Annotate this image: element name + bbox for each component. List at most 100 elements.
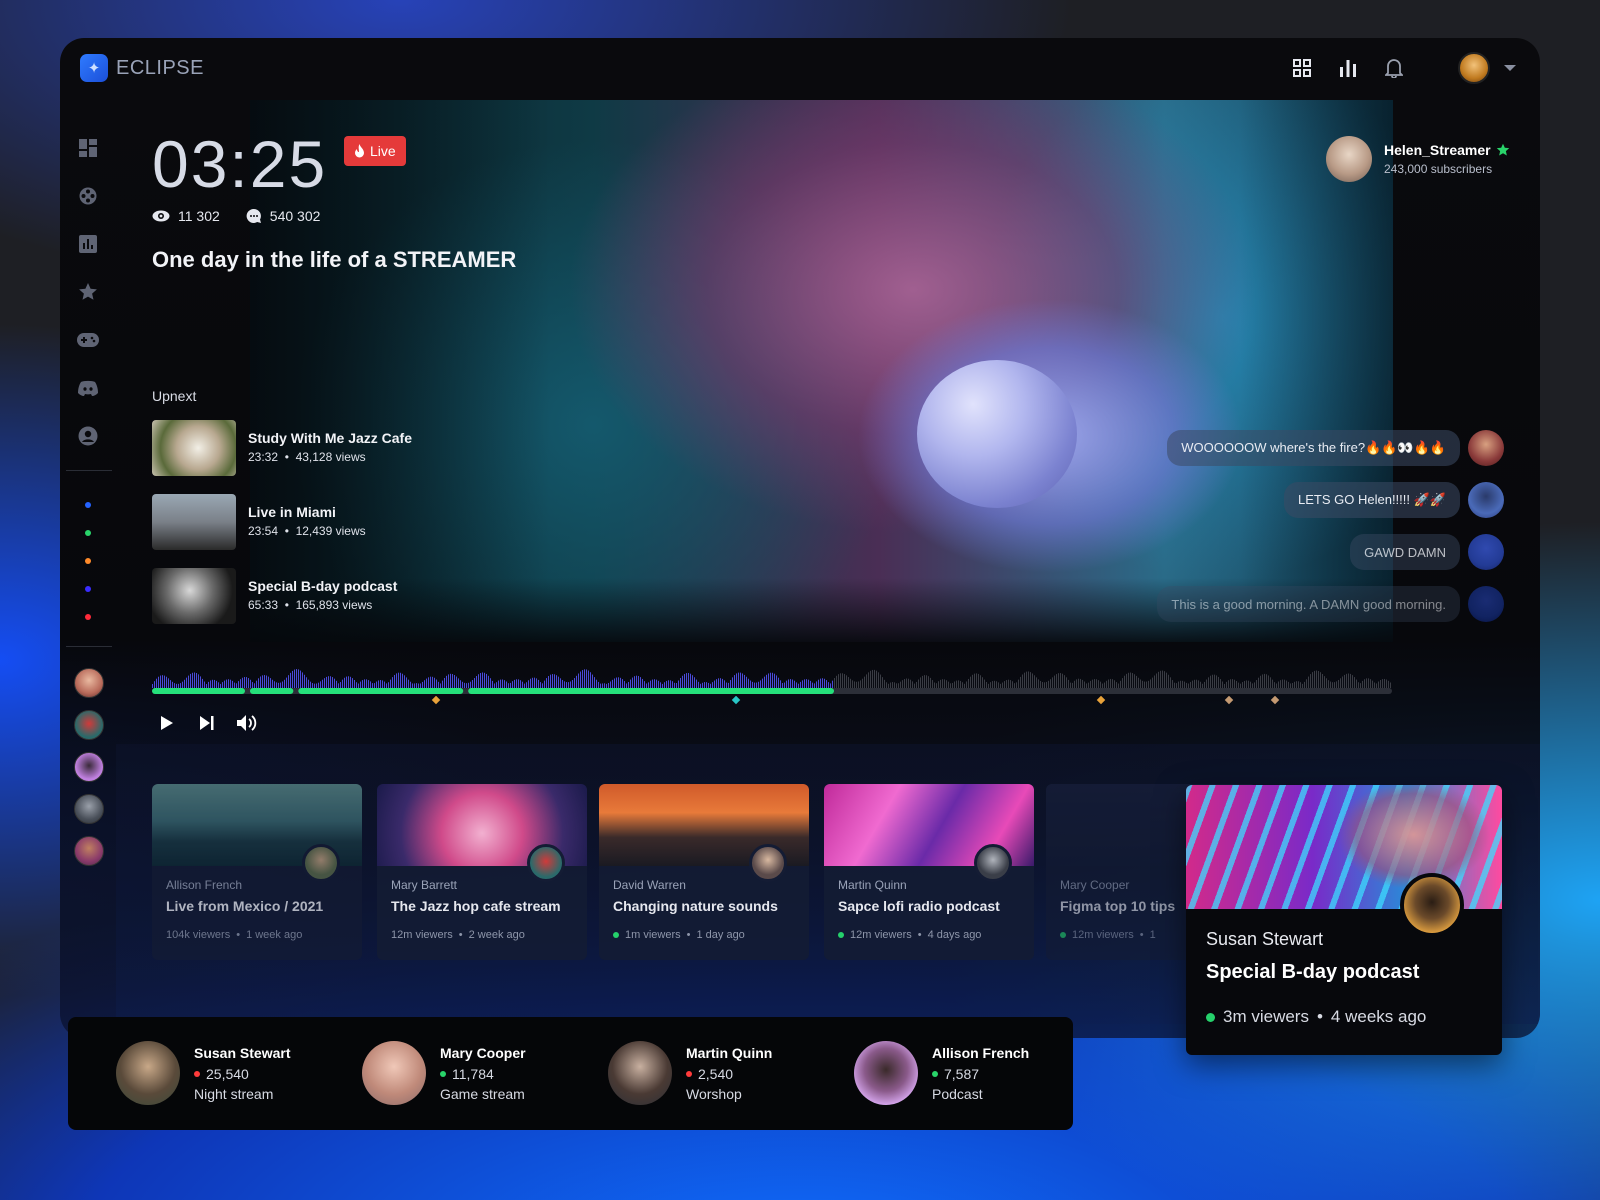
featured-meta: 3m viewers • 4 weeks ago bbox=[1206, 1007, 1426, 1027]
chat-text: GAWD DAMN bbox=[1350, 534, 1460, 570]
stream-type: Night stream bbox=[194, 1085, 274, 1102]
stream-stats: 11 302 540 302 bbox=[152, 208, 320, 224]
featured-title: Special B-day podcast bbox=[1206, 961, 1420, 983]
chat-avatar[interactable] bbox=[1468, 586, 1504, 622]
upnext-title: Live in Miami bbox=[248, 504, 336, 520]
streamer-info[interactable]: Helen_Streamer 243,000 subscribers bbox=[1326, 136, 1510, 182]
streamer-avatar[interactable] bbox=[608, 1041, 672, 1105]
bar-chart-icon[interactable] bbox=[76, 232, 100, 256]
stream-type: Worshop bbox=[686, 1085, 742, 1102]
streamer-name[interactable]: Helen_Streamer bbox=[1384, 142, 1491, 158]
status-dot[interactable] bbox=[85, 530, 91, 536]
upnext-item[interactable]: Live in Miami 23:54 • 12,439 views bbox=[152, 494, 412, 550]
comments-stat: 540 302 bbox=[246, 208, 320, 224]
progress-fill bbox=[249, 688, 294, 694]
card-author: Mary Barrett bbox=[391, 878, 458, 892]
featured-avatar[interactable] bbox=[1400, 873, 1464, 937]
timeline-markers bbox=[431, 696, 1280, 705]
app-name: ECLIPSE bbox=[116, 56, 204, 79]
volume-icon[interactable] bbox=[236, 712, 258, 734]
stream-card[interactable]: Mary Barrett The Jazz hop cafe stream 12… bbox=[377, 784, 587, 960]
grid-icon[interactable] bbox=[1290, 56, 1314, 80]
card-viewers: 12m viewers bbox=[391, 929, 453, 941]
streamer-name: Susan Stewart bbox=[194, 1044, 291, 1061]
upnext-title: Special B-day podcast bbox=[248, 578, 398, 594]
streamer-item[interactable]: Susan Stewart 25,540 Night stream bbox=[116, 1041, 290, 1105]
stream-clock: 03:25 bbox=[152, 127, 328, 201]
status-dot[interactable] bbox=[85, 614, 91, 620]
eye-icon bbox=[152, 210, 170, 222]
streamer-count: 25,540 bbox=[206, 1065, 249, 1082]
streamer-avatar[interactable] bbox=[116, 1041, 180, 1105]
dashboard-icon[interactable] bbox=[76, 136, 100, 160]
streamer-item[interactable]: Mary Cooper 11,784 Game stream bbox=[362, 1041, 526, 1105]
upnext-item[interactable]: Special B-day podcast 65:33 • 165,893 vi… bbox=[152, 568, 412, 624]
stream-card[interactable]: Martin Quinn Sapce lofi radio podcast 12… bbox=[824, 784, 1034, 960]
chat-avatar[interactable] bbox=[1468, 430, 1504, 466]
upnext-views: 12,439 views bbox=[295, 524, 366, 538]
sidebar-avatar[interactable] bbox=[74, 752, 104, 782]
bell-icon[interactable] bbox=[1382, 56, 1406, 80]
card-avatar[interactable] bbox=[527, 844, 565, 882]
streamer-name: Allison French bbox=[932, 1044, 1030, 1061]
streamer-avatar[interactable] bbox=[362, 1041, 426, 1105]
status-dot[interactable] bbox=[85, 586, 91, 592]
stream-title: One day in the life of a STREAMER bbox=[152, 247, 517, 272]
card-time: 1 day ago bbox=[696, 929, 745, 941]
stream-card[interactable]: Allison French Live from Mexico / 2021 1… bbox=[152, 784, 362, 960]
featured-author: Susan Stewart bbox=[1206, 929, 1324, 949]
featured-viewers: 3m viewers bbox=[1223, 1007, 1309, 1026]
sidebar-avatar[interactable] bbox=[74, 836, 104, 866]
discord-icon[interactable] bbox=[76, 376, 100, 400]
top-toolbar bbox=[1290, 52, 1516, 84]
chat-text: LETS GO Helen!!!!! 🚀🚀 bbox=[1284, 482, 1460, 518]
live-dot bbox=[1060, 932, 1066, 938]
chat-avatar[interactable] bbox=[1468, 534, 1504, 570]
featured-stream-card[interactable]: Susan Stewart Special B-day podcast 3m v… bbox=[1186, 785, 1502, 1055]
card-avatar[interactable] bbox=[302, 844, 340, 882]
film-reel-icon[interactable] bbox=[76, 184, 100, 208]
play-icon[interactable] bbox=[156, 712, 178, 734]
live-badge: Live bbox=[344, 136, 406, 166]
upnext-duration: 65:33 bbox=[248, 598, 279, 612]
card-avatar[interactable] bbox=[749, 844, 787, 882]
card-meta: 104k viewers • 1 week ago bbox=[166, 929, 303, 941]
subscriber-count: 243,000 subscribers bbox=[1384, 162, 1493, 176]
sidebar-avatar[interactable] bbox=[74, 668, 104, 698]
gamepad-icon[interactable] bbox=[76, 328, 100, 352]
card-meta: 12m viewers • 4 days ago bbox=[838, 929, 981, 941]
status-dot bbox=[440, 1070, 446, 1077]
stream-card[interactable]: David Warren Changing nature sounds 1m v… bbox=[599, 784, 809, 960]
upnext-item[interactable]: Study With Me Jazz Cafe 23:32 • 43,128 v… bbox=[152, 420, 412, 476]
status-dot[interactable] bbox=[85, 558, 91, 564]
chart-icon[interactable] bbox=[1336, 56, 1360, 80]
upnext-heading: Upnext bbox=[152, 388, 197, 404]
status-dot[interactable] bbox=[85, 502, 91, 508]
chevron-down-icon[interactable] bbox=[1504, 65, 1516, 71]
streamer-avatar[interactable] bbox=[1326, 136, 1372, 182]
star-icon[interactable] bbox=[76, 280, 100, 304]
video-frame-detail bbox=[917, 360, 1077, 508]
user-avatar[interactable] bbox=[1458, 52, 1490, 84]
sidebar-avatar[interactable] bbox=[74, 794, 104, 824]
card-time: 4 days ago bbox=[927, 929, 982, 941]
streamer-avatar[interactable] bbox=[854, 1041, 918, 1105]
chat-message: LETS GO Helen!!!!! 🚀🚀 bbox=[1284, 482, 1504, 518]
card-viewers: 12m viewers bbox=[850, 929, 912, 941]
top-streamers-bar: Susan Stewart 25,540 Night stream Mary C… bbox=[68, 1017, 1073, 1130]
card-author: Mary Cooper bbox=[1060, 878, 1130, 892]
thumbnail bbox=[152, 494, 236, 550]
skip-next-icon[interactable] bbox=[196, 712, 218, 734]
card-title: Live from Mexico / 2021 bbox=[166, 898, 324, 914]
streamer-name: Martin Quinn bbox=[686, 1044, 773, 1061]
viewers-stat: 11 302 bbox=[152, 208, 220, 224]
progress-bar[interactable] bbox=[152, 688, 1392, 694]
streamer-item[interactable]: Martin Quinn 2,540 Worshop bbox=[608, 1041, 772, 1105]
logo[interactable]: ✦ ECLIPSE bbox=[80, 54, 204, 82]
streamer-item[interactable]: Allison French 7,587 Podcast bbox=[854, 1041, 1029, 1105]
user-circle-icon[interactable] bbox=[76, 424, 100, 448]
card-time: 1 bbox=[1149, 929, 1156, 941]
chat-avatar[interactable] bbox=[1468, 482, 1504, 518]
sidebar-avatar[interactable] bbox=[74, 710, 104, 740]
card-avatar[interactable] bbox=[974, 844, 1012, 882]
